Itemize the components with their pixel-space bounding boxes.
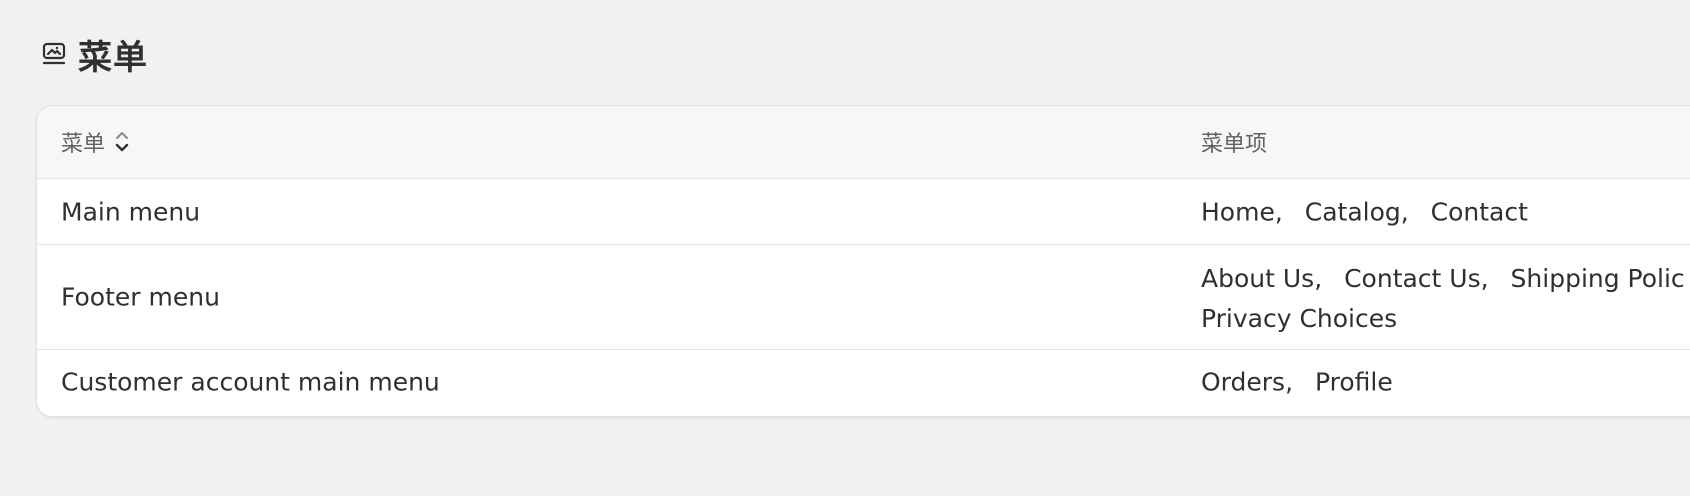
menus-table: 菜单 菜单项 Main menu Home, Catalog, Contact … [36,105,1690,417]
table-header: 菜单 菜单项 [37,106,1690,179]
menu-item: Shipping Polic [1510,264,1685,293]
table-row[interactable]: Main menu Home, Catalog, Contact [37,179,1690,245]
menu-items-cell: About Us, Contact Us, Shipping Polic Pri… [1201,259,1690,339]
sort-icon[interactable] [113,129,131,155]
menu-item: About Us [1201,264,1315,293]
menu-items-cell: Orders, Profile [1201,367,1393,396]
separator: , [1285,367,1294,396]
menu-item: Profile [1314,367,1393,396]
column-header-items: 菜单项 [1201,132,1268,157]
separator: , [1400,197,1409,226]
column-header-menu-label: 菜单 [61,132,106,157]
menu-item: Contact [1430,197,1528,226]
menu-item: Orders [1201,367,1286,396]
menu-item: Home [1201,197,1275,226]
table-row[interactable]: Footer menu About Us, Contact Us, Shippi… [37,245,1690,350]
menu-name-main-menu[interactable]: Main menu [61,197,200,226]
page-header: 菜单 [40,30,148,78]
menu-item: Privacy Choices [1201,304,1398,333]
menu-list-icon [40,40,68,68]
menus-page: 菜单 菜单 菜单项 Main menu Home, Catalog, Conta… [0,0,1690,496]
menu-item: Contact Us [1344,264,1481,293]
menu-items-cell: Home, Catalog, Contact [1201,197,1528,226]
separator: , [1314,264,1323,293]
column-header-menu[interactable]: 菜单 [61,126,131,158]
menu-item: Catalog [1304,197,1401,226]
table-row[interactable]: Customer account main menu Orders, Profi… [37,350,1690,413]
menu-name-customer-account[interactable]: Customer account main menu [61,367,440,396]
separator: , [1480,264,1489,293]
menu-name-footer-menu[interactable]: Footer menu [61,283,220,312]
separator: , [1274,197,1283,226]
page-title: 菜单 [78,37,148,78]
